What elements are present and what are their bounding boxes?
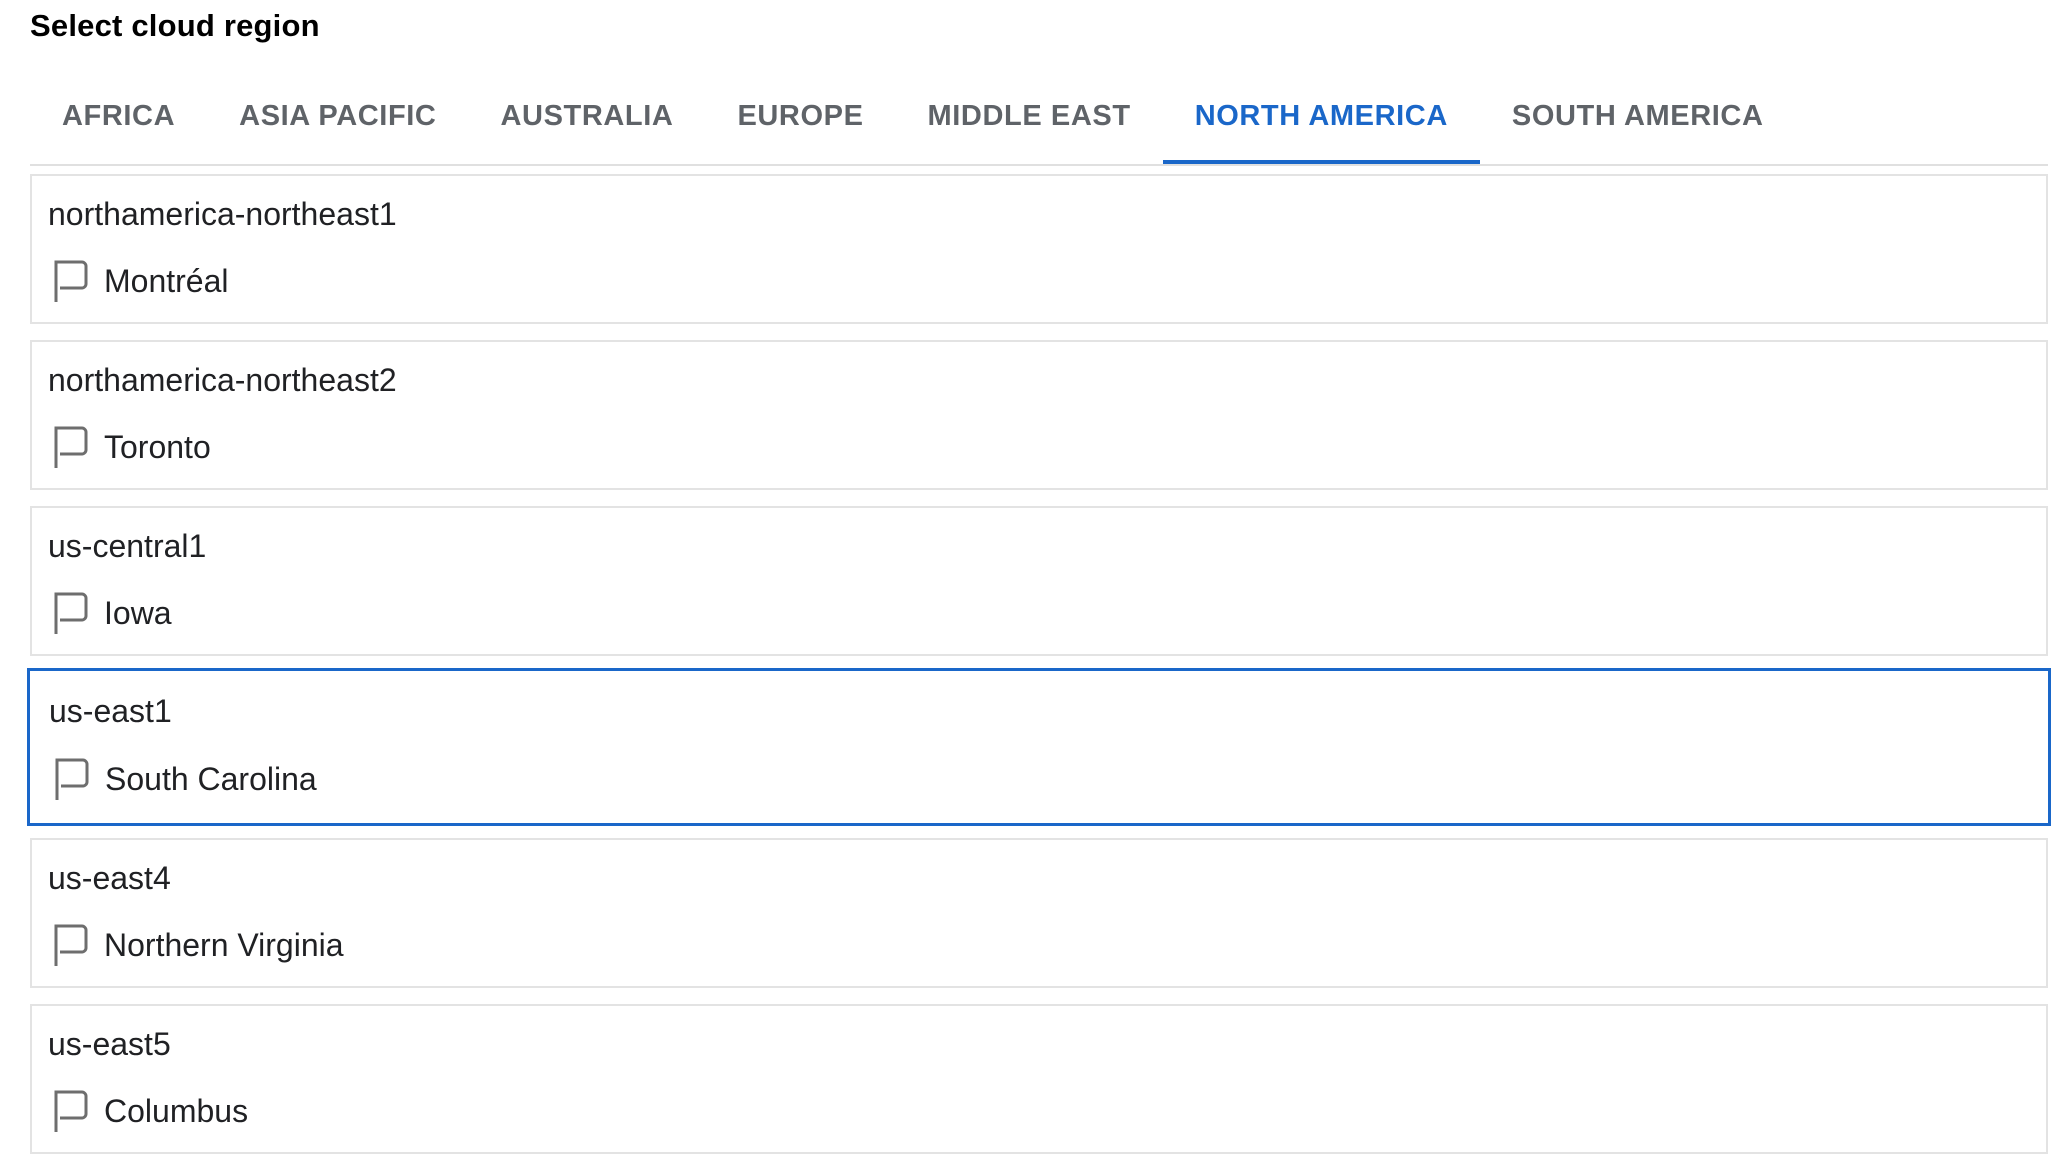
region-card-us-east5[interactable]: us-east5 Columbus	[30, 1004, 2048, 1154]
flag-icon	[52, 258, 92, 304]
location-name: Northern Virginia	[104, 926, 344, 963]
region-card-us-east4[interactable]: us-east4 Northern Virginia	[30, 838, 2048, 988]
region-card-us-east1[interactable]: us-east1 South Carolina	[27, 668, 2051, 826]
region-card-northamerica-northeast2[interactable]: northamerica-northeast2 Toronto	[30, 340, 2048, 490]
tab-asia-pacific[interactable]: ASIA PACIFIC	[207, 80, 468, 152]
location-name: South Carolina	[105, 760, 317, 797]
region-location: Northern Virginia	[52, 922, 344, 968]
region-location: Montréal	[52, 258, 229, 304]
region-code: us-east4	[48, 860, 171, 896]
tab-africa[interactable]: AFRICA	[30, 80, 207, 152]
tab-australia[interactable]: AUSTRALIA	[468, 80, 705, 152]
flag-icon	[52, 590, 92, 636]
tab-europe[interactable]: EUROPE	[705, 80, 895, 152]
location-name: Iowa	[104, 594, 172, 631]
region-tabs: AFRICA ASIA PACIFIC AUSTRALIA EUROPE MID…	[30, 80, 2048, 166]
tab-middle-east[interactable]: MIDDLE EAST	[896, 80, 1163, 152]
region-location: Columbus	[52, 1088, 248, 1134]
region-card-northamerica-northeast1[interactable]: northamerica-northeast1 Montréal	[30, 174, 2048, 324]
location-name: Montréal	[104, 262, 229, 299]
tab-north-america[interactable]: NORTH AMERICA	[1162, 80, 1481, 164]
region-location: Toronto	[52, 424, 211, 470]
region-list: northamerica-northeast1 Montréal northam…	[27, 174, 2051, 1170]
region-code: us-east1	[49, 693, 172, 729]
region-code: us-east5	[48, 1026, 171, 1062]
flag-icon	[52, 424, 92, 470]
location-name: Toronto	[104, 428, 211, 465]
region-card-us-central1[interactable]: us-central1 Iowa	[30, 506, 2048, 656]
flag-icon	[52, 1088, 92, 1134]
region-location: Iowa	[52, 590, 172, 636]
region-code: us-central1	[48, 528, 207, 564]
region-location: South Carolina	[53, 756, 317, 802]
page-title: Select cloud region	[30, 8, 320, 43]
region-code: northamerica-northeast1	[48, 196, 397, 232]
region-code: northamerica-northeast2	[48, 362, 397, 398]
tab-south-america[interactable]: SOUTH AMERICA	[1480, 80, 1796, 152]
flag-icon	[52, 922, 92, 968]
location-name: Columbus	[104, 1092, 249, 1129]
flag-icon	[53, 756, 93, 802]
